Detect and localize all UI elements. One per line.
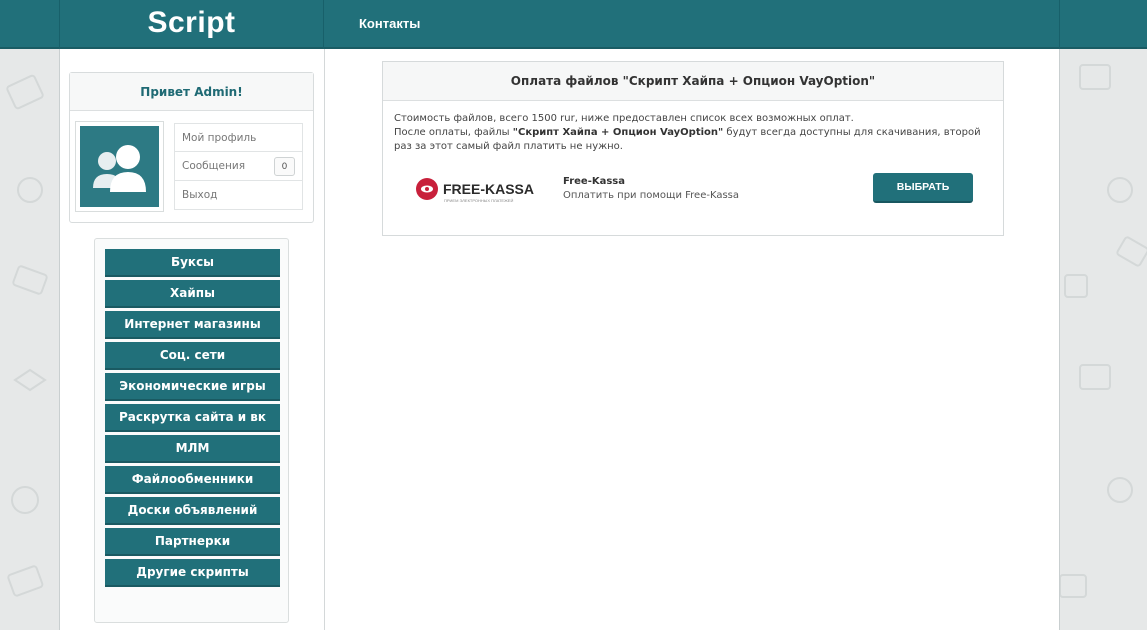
payment-method-name: Free-Kassa [563, 176, 625, 187]
payment-title: Оплата файлов "Скрипт Хайпа + Опцион Vay… [383, 62, 1003, 101]
choose-payment-button[interactable]: ВЫБРАТЬ [873, 173, 973, 203]
free-kassa-logo: FREE-KASSA ПРИЕМ ЭЛЕКТРОННЫХ ПЛАТЕЖЕЙ [414, 177, 539, 205]
site-logo[interactable]: Script [147, 6, 235, 40]
payment-method-description: Оплатить при помощи Free-Kassa [563, 190, 740, 201]
category-button-online-shops[interactable]: Интернет магазины [105, 311, 280, 339]
free-kassa-logo-text: FREE-KASSA [443, 181, 534, 197]
avatar [80, 126, 159, 207]
category-button-affiliates[interactable]: Партнерки [105, 528, 280, 556]
product-name: "Скрипт Хайпа + Опцион VayOption" [512, 127, 724, 138]
user-greeting: Привет Admin! [70, 73, 313, 111]
users-icon [93, 145, 146, 192]
sidebar: Привет Admin! Мой профиль Сообщения 0 Вы… [60, 49, 325, 630]
page-container: Привет Admin! Мой профиль Сообщения 0 Вы… [59, 49, 1060, 630]
menu-item-profile[interactable]: Мой профиль [174, 123, 303, 152]
payment-description: Стоимость файлов, всего 1500 rur, ниже п… [394, 112, 999, 154]
messages-count-badge: 0 [274, 157, 295, 176]
top-navbar: Script Контакты [0, 0, 1147, 49]
category-button-classifieds[interactable]: Доски объявлений [105, 497, 280, 525]
nav-link-contacts[interactable]: Контакты [359, 16, 420, 31]
menu-item-label: Сообщения [182, 160, 246, 172]
category-button-mlm[interactable]: МЛМ [105, 435, 280, 463]
user-menu: Мой профиль Сообщения 0 Выход [174, 123, 303, 210]
logo-cell[interactable]: Script [59, 0, 324, 49]
header-divider [1059, 0, 1060, 49]
menu-item-logout[interactable]: Выход [174, 181, 303, 210]
avatar-frame [75, 121, 164, 212]
menu-item-label: Мой профиль [182, 131, 257, 144]
category-button-promotion[interactable]: Раскрутка сайта и вк [105, 404, 280, 432]
menu-item-label: Выход [182, 189, 218, 201]
category-button-social[interactable]: Соц. сети [105, 342, 280, 370]
payment-price-text: Стоимость файлов, всего 1500 rur, ниже п… [394, 113, 854, 124]
payment-panel: Оплата файлов "Скрипт Хайпа + Опцион Vay… [382, 61, 1004, 236]
category-button-other-scripts[interactable]: Другие скрипты [105, 559, 280, 587]
free-kassa-logo-tagline: ПРИЕМ ЭЛЕКТРОННЫХ ПЛАТЕЖЕЙ [444, 198, 513, 203]
category-button-economic-games[interactable]: Экономические игры [105, 373, 280, 401]
category-button-buksy[interactable]: Буксы [105, 249, 280, 277]
category-button-hyips[interactable]: Хайпы [105, 280, 280, 308]
payment-note: После оплаты, файлы "Скрипт Хайпа + Опци… [394, 127, 981, 152]
category-button-file-hosting[interactable]: Файлообменники [105, 466, 280, 494]
categories-panel: Буксы Хайпы Интернет магазины Соц. сети … [94, 238, 289, 623]
user-panel: Привет Admin! Мой профиль Сообщения 0 Вы… [69, 72, 314, 223]
menu-item-messages[interactable]: Сообщения 0 [174, 152, 303, 181]
